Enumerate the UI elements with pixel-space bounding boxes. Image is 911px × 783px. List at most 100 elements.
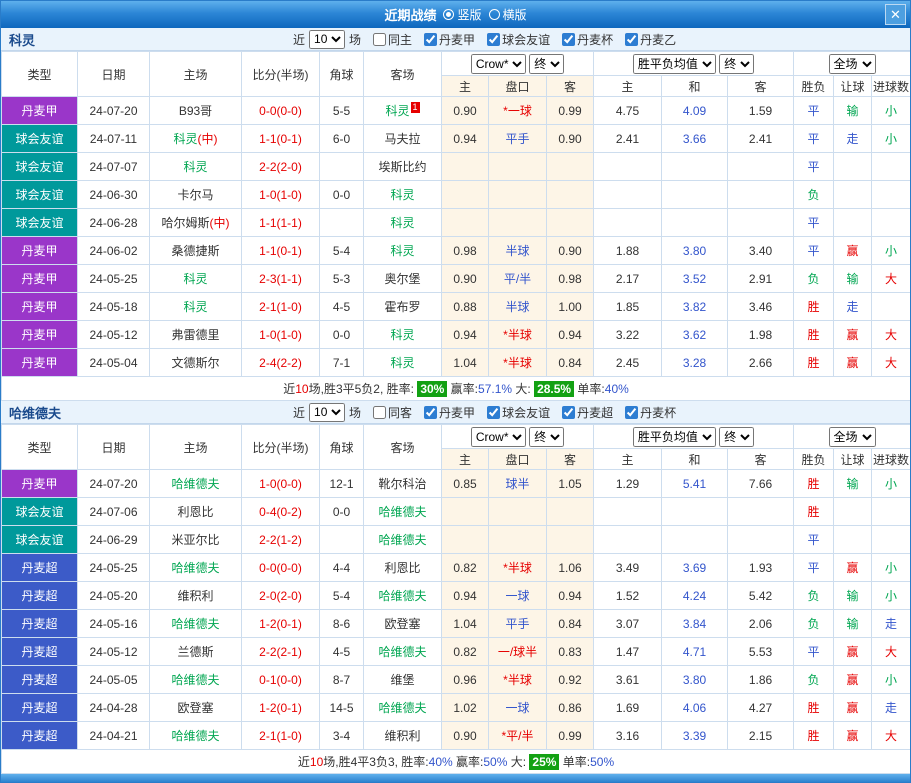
asia-final-select[interactable]: 终 — [529, 427, 564, 447]
league-checkbox-0-1[interactable]: 球会友谊 — [487, 31, 550, 48]
corner-score: 3-4 — [320, 722, 364, 750]
corner-score: 5-4 — [320, 237, 364, 265]
asia-odds-header: 主 — [442, 76, 489, 97]
asia-odds-filter-cell: Crow* 终 — [442, 425, 594, 449]
league-checkbox-1-2[interactable]: 丹麦超 — [562, 404, 613, 421]
result-handicap: 赢 — [834, 237, 872, 265]
handicap-line — [489, 153, 547, 181]
euro-final-select[interactable]: 终 — [719, 54, 754, 74]
score: 2-2(2-1) — [242, 638, 320, 666]
away-team: 科灵 — [364, 209, 442, 237]
league-type-badge: 球会友谊 — [2, 125, 78, 153]
league-checkbox-input[interactable] — [487, 33, 500, 46]
league-checkbox-input[interactable] — [487, 406, 500, 419]
result-win-draw-loss: 平 — [794, 209, 834, 237]
league-checkbox-input[interactable] — [562, 406, 575, 419]
match-count-select[interactable]: 10 — [309, 403, 345, 422]
asia-away-odds: 0.83 — [547, 638, 594, 666]
score: 1-0(1-0) — [242, 321, 320, 349]
euro-home-odds: 2.17 — [594, 265, 662, 293]
euro-away-odds: 1.93 — [728, 554, 794, 582]
asia-odds-header: 主 — [442, 449, 489, 470]
league-checkbox-input[interactable] — [625, 406, 638, 419]
league-checkbox-1-0[interactable]: 丹麦甲 — [424, 404, 475, 421]
home-team: 科灵 — [150, 265, 242, 293]
result-handicap: 输 — [834, 610, 872, 638]
league-type-badge: 球会友谊 — [2, 498, 78, 526]
away-team: 哈维德夫 — [364, 526, 442, 554]
layout-horizontal-radio[interactable]: 横版 — [489, 6, 527, 23]
layout-vertical-radio[interactable]: 竖版 — [443, 6, 481, 23]
league-checkbox-input[interactable] — [424, 406, 437, 419]
team-name: 哈维德夫 — [1, 403, 293, 422]
result-goals: 小 — [872, 666, 911, 694]
asia-home-odds — [442, 209, 489, 237]
away-team: 科灵 — [364, 181, 442, 209]
column-header: 客场 — [364, 425, 442, 470]
match-row: 丹麦甲 24-05-04 文德斯尔 2-4(2-2) 7-1 科灵 1.04 *… — [2, 349, 911, 377]
home-team: 桑德捷斯 — [150, 237, 242, 265]
summary-badge: 28.5% — [534, 381, 574, 397]
filter-controls: 近 10 场 同主 丹麦甲 球会友谊 丹麦杯 — [293, 30, 676, 49]
asia-odds-header: 盘口 — [489, 76, 547, 97]
same-venue-checkbox-input[interactable] — [373, 406, 386, 419]
league-checkbox-1-1[interactable]: 球会友谊 — [487, 404, 550, 421]
summary-text: 近10场,胜4平3负3, 胜率:40% 赢率:50% 大: 25% 单率:50% — [2, 750, 911, 774]
result-handicap: 赢 — [834, 554, 872, 582]
league-checkbox-0-3[interactable]: 丹麦乙 — [625, 31, 676, 48]
league-checkbox-0-0[interactable]: 丹麦甲 — [424, 31, 475, 48]
euro-home-odds: 1.29 — [594, 470, 662, 498]
league-checkbox-input[interactable] — [562, 33, 575, 46]
match-row: 球会友谊 24-07-07 科灵 2-2(2-0) 埃斯比约 平 — [2, 153, 911, 181]
asia-home-odds — [442, 153, 489, 181]
close-icon[interactable]: ✕ — [885, 4, 906, 25]
euro-odds-header: 和 — [662, 449, 728, 470]
bookmaker-select[interactable]: Crow* — [471, 54, 526, 74]
result-handicap — [834, 181, 872, 209]
away-team: 维堡 — [364, 666, 442, 694]
scope-select[interactable]: 全场 — [829, 427, 876, 447]
handicap-line: 半球 — [489, 237, 547, 265]
corner-score: 0-0 — [320, 498, 364, 526]
home-team: 哈维德夫 — [150, 554, 242, 582]
score: 2-1(1-0) — [242, 722, 320, 750]
same-venue-checkbox[interactable]: 同主 — [373, 31, 412, 48]
same-venue-checkbox-input[interactable] — [373, 33, 386, 46]
asia-home-odds: 0.96 — [442, 666, 489, 694]
result-header: 进球数 — [872, 76, 911, 97]
euro-final-select[interactable]: 终 — [719, 427, 754, 447]
result-win-draw-loss: 胜 — [794, 498, 834, 526]
euro-draw-odds — [662, 526, 728, 554]
match-row: 球会友谊 24-06-30 卡尔马 1-0(1-0) 0-0 科灵 负 — [2, 181, 911, 209]
away-team: 哈维德夫 — [364, 582, 442, 610]
match-date: 24-07-07 — [78, 153, 150, 181]
league-checkbox-1-3[interactable]: 丹麦杯 — [625, 404, 676, 421]
bookmaker-select[interactable]: Crow* — [471, 427, 526, 447]
league-type-badge: 丹麦甲 — [2, 265, 78, 293]
scope-select[interactable]: 全场 — [829, 54, 876, 74]
euro-avg-select[interactable]: 胜平负均值 — [633, 427, 716, 447]
euro-away-odds: 2.91 — [728, 265, 794, 293]
league-checkbox-0-2[interactable]: 丹麦杯 — [562, 31, 613, 48]
match-row: 丹麦甲 24-07-20 B93哥 0-0(0-0) 5-5 科灵1 0.90 … — [2, 97, 911, 125]
match-date: 24-06-30 — [78, 181, 150, 209]
same-venue-checkbox[interactable]: 同客 — [373, 404, 412, 421]
sections-container: 科灵 近 10 场 同主 丹麦甲 球会友谊 — [1, 28, 910, 774]
result-goals: 大 — [872, 349, 911, 377]
column-header: 角球 — [320, 425, 364, 470]
result-win-draw-loss: 平 — [794, 526, 834, 554]
summary-row: 近10场,胜3平5负2, 胜率: 30% 赢率:57.1% 大: 28.5% 单… — [2, 377, 911, 401]
handicap-line — [489, 209, 547, 237]
euro-away-odds: 1.98 — [728, 321, 794, 349]
asia-final-select[interactable]: 终 — [529, 54, 564, 74]
scope-filter-cell: 全场 — [794, 52, 911, 76]
result-handicap — [834, 526, 872, 554]
league-checkbox-input[interactable] — [424, 33, 437, 46]
games-label: 场 — [349, 404, 361, 421]
match-count-select[interactable]: 10 — [309, 30, 345, 49]
euro-home-odds: 1.69 — [594, 694, 662, 722]
euro-away-odds — [728, 181, 794, 209]
euro-avg-select[interactable]: 胜平负均值 — [633, 54, 716, 74]
result-header: 胜负 — [794, 76, 834, 97]
league-checkbox-input[interactable] — [625, 33, 638, 46]
